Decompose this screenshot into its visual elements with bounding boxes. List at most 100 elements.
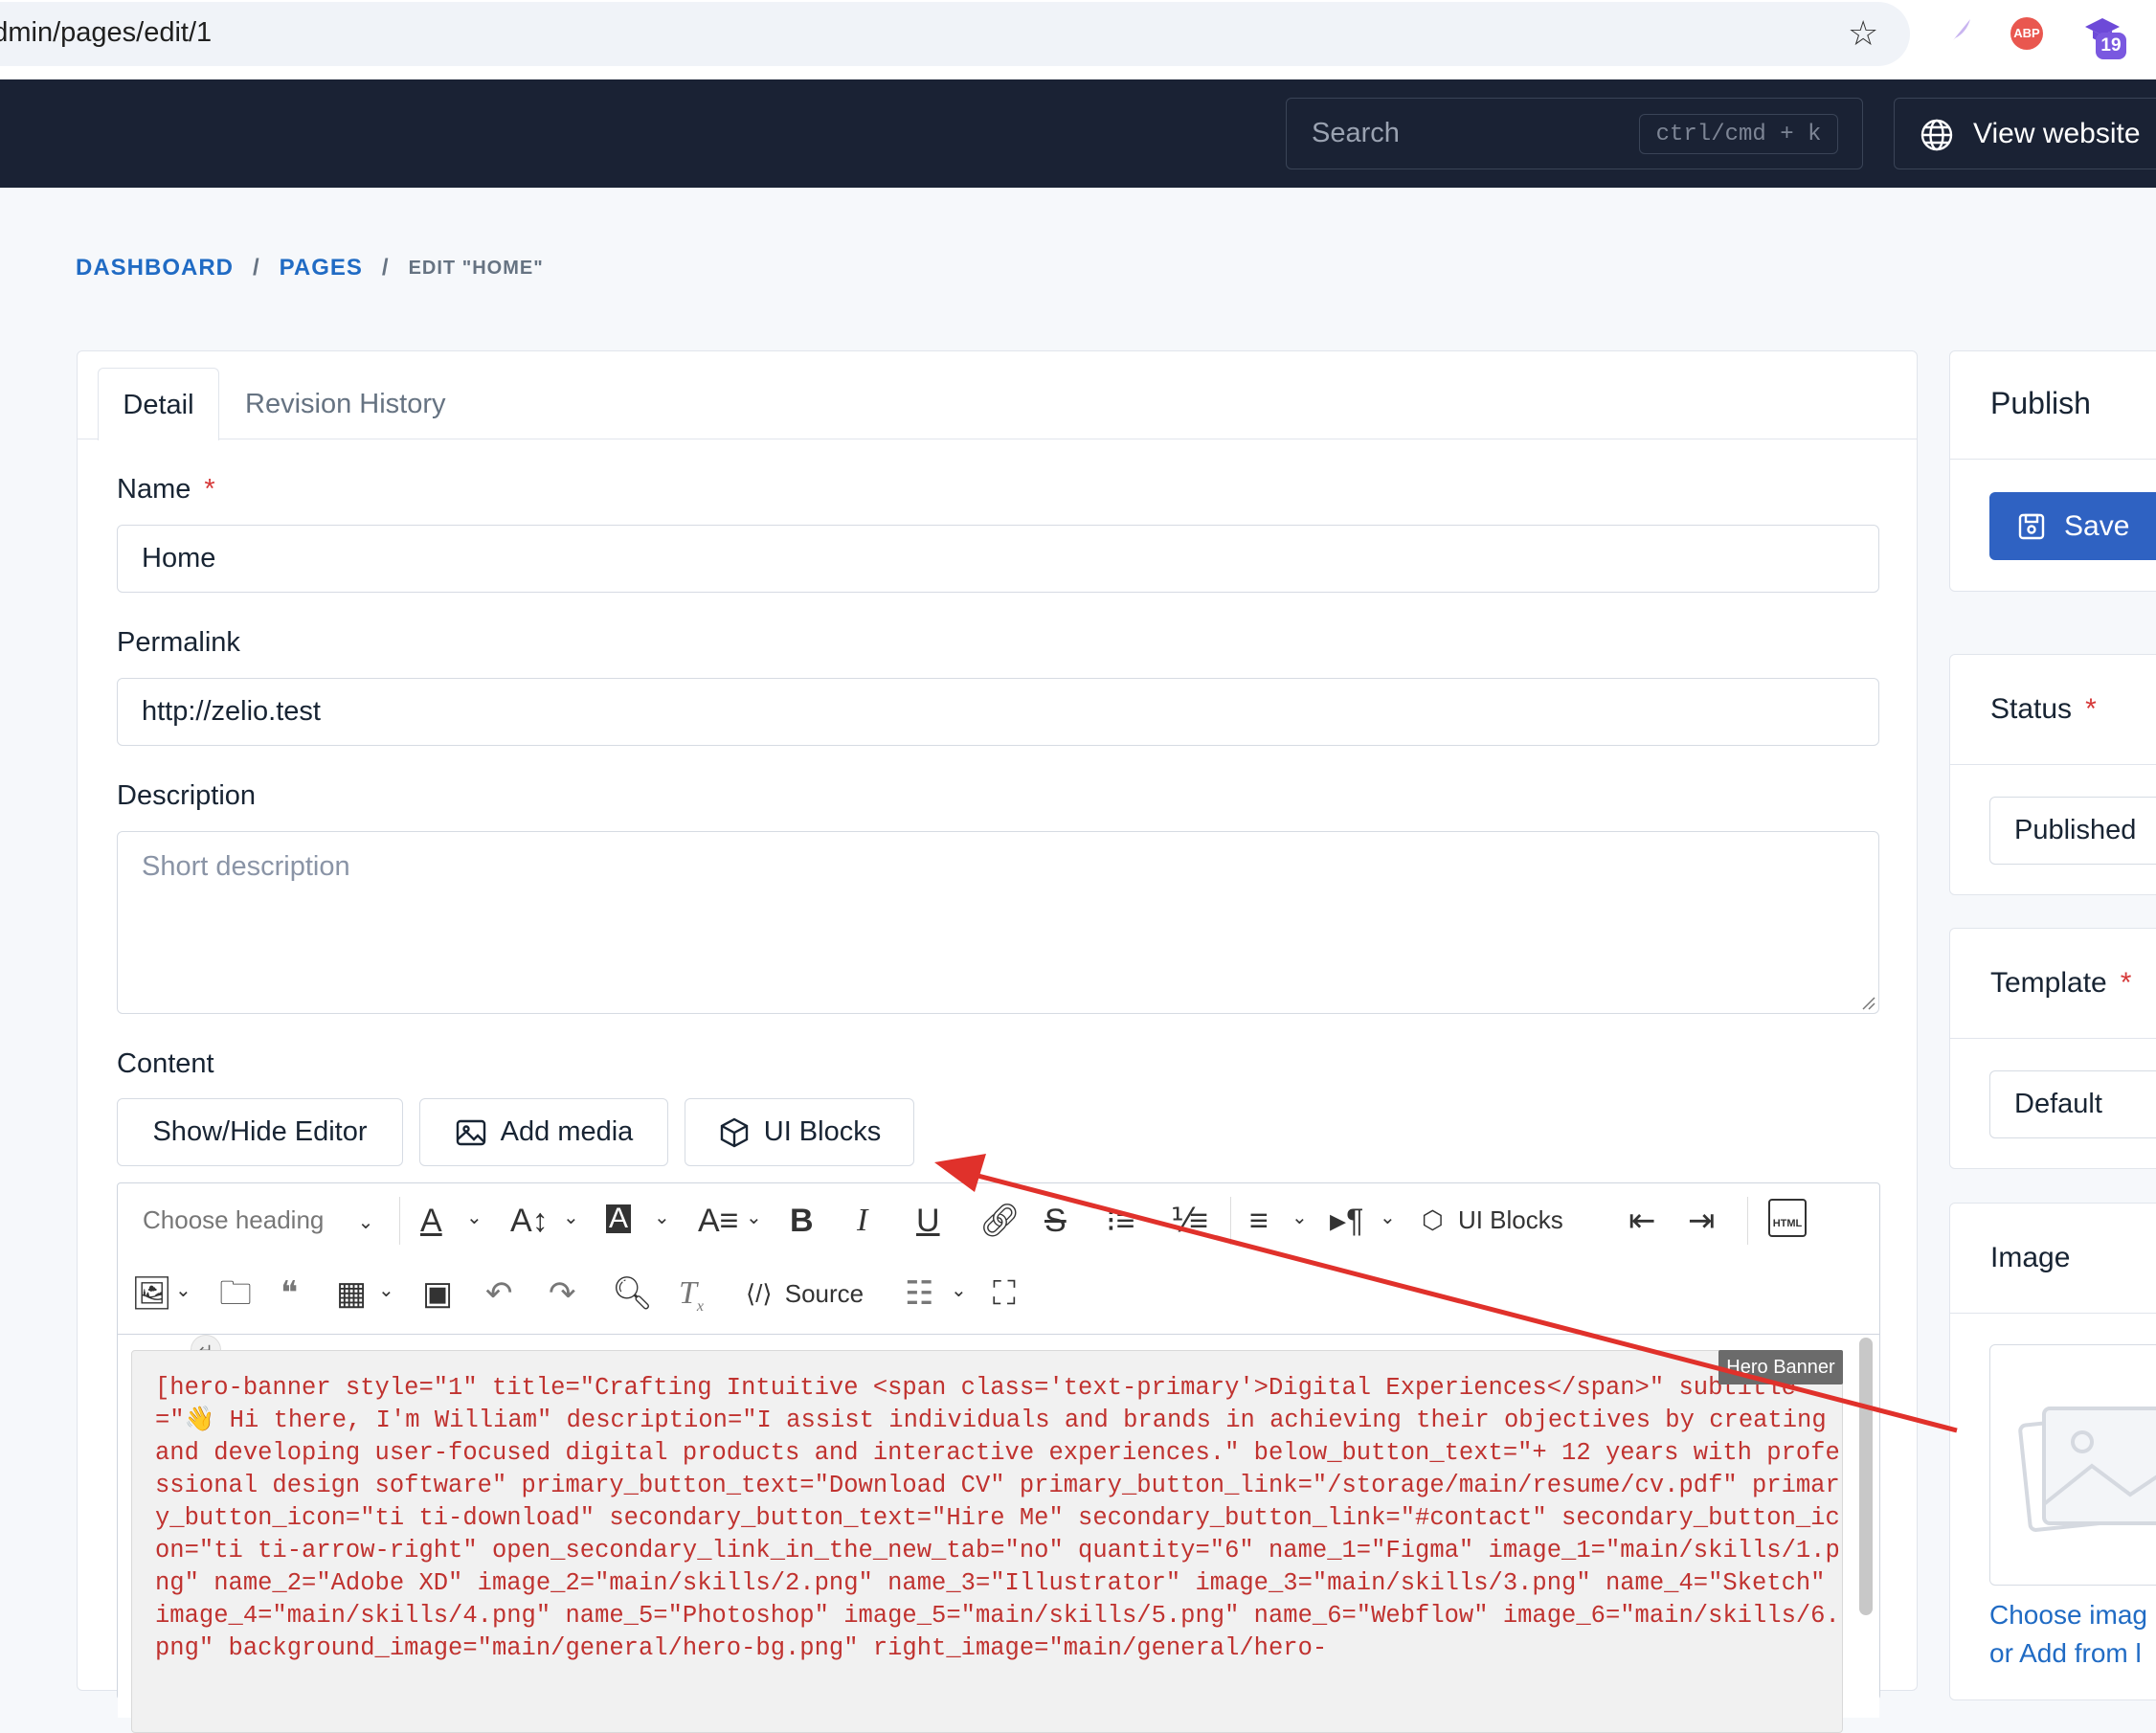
find-replace-icon[interactable]: 🔍︎ — [612, 1277, 653, 1310]
chevron-down-icon[interactable]: ⌄ — [563, 1208, 579, 1227]
url-text[interactable]: t/admin/pages/edit/1 — [0, 17, 212, 49]
breadcrumb: DASHBOARD / PAGES / EDIT "HOME" — [76, 255, 544, 281]
chevron-down-icon[interactable]: ⌄ — [746, 1208, 762, 1227]
editor-body[interactable]: ↵ [hero-banner style="1" title="Crafting… — [118, 1335, 1879, 1733]
choose-image-link[interactable]: Choose imag — [1989, 1600, 2147, 1631]
fullscreen-icon[interactable]: ⛶ — [993, 1277, 1016, 1310]
remove-format-icon[interactable]: Tx — [679, 1277, 704, 1315]
editor-scrollbar[interactable] — [1859, 1338, 1873, 1615]
card-divider — [1950, 459, 2156, 460]
redo-icon[interactable]: ↷ — [549, 1277, 576, 1310]
publish-card: Publish Save — [1949, 350, 2156, 592]
name-input[interactable]: Home — [117, 525, 1879, 593]
table-icon[interactable]: ▦ — [336, 1277, 367, 1310]
link-icon[interactable]: 🔗︎ — [979, 1204, 1021, 1237]
media-folder-icon[interactable]: 🗀 — [219, 1277, 252, 1310]
cube-icon — [718, 1116, 751, 1149]
insert-image-icon[interactable]: 🖼︎ — [131, 1277, 172, 1310]
indent-icon[interactable]: ⇥ — [1688, 1204, 1716, 1237]
extension-badge: 19 — [2096, 33, 2126, 59]
tabs-row: Detail Revision History — [78, 351, 1917, 440]
save-icon — [2016, 511, 2047, 542]
chevron-down-icon[interactable]: ⌄ — [951, 1281, 967, 1300]
add-media-label: Add media — [500, 1116, 634, 1147]
shortcode-tag: Hero Banner — [1718, 1350, 1843, 1384]
description-label: Description — [117, 780, 257, 811]
template-card: Template * Default — [1949, 928, 2156, 1169]
card-divider — [1950, 764, 2156, 765]
heading-select[interactable]: Choose heading ⌄ — [143, 1207, 373, 1232]
ui-blocks-button[interactable]: UI Blocks — [685, 1098, 914, 1166]
image-label: Image — [1990, 1242, 2071, 1273]
status-value: Published — [2014, 815, 2137, 845]
required-mark: * — [204, 474, 215, 505]
search-input[interactable]: Search ctrl/cmd + k — [1286, 98, 1863, 169]
chevron-down-icon[interactable]: ⌄ — [654, 1208, 670, 1227]
save-label: Save — [2064, 509, 2130, 542]
toolbar-ui-blocks-button[interactable]: ⬡ UI Blocks — [1422, 1207, 1563, 1232]
tab-revision-history[interactable]: Revision History — [245, 368, 446, 440]
resize-handle-icon[interactable] — [1860, 995, 1875, 1010]
source-button[interactable]: ⟨/⟩ Source — [746, 1281, 864, 1306]
tab-detail[interactable]: Detail — [98, 368, 219, 440]
name-value: Home — [142, 543, 216, 574]
image-placeholder-icon — [2015, 1389, 2156, 1542]
strikethrough-icon[interactable]: S — [1044, 1204, 1067, 1237]
breadcrumb-pages[interactable]: PAGES — [280, 255, 363, 281]
italic-icon[interactable]: I — [857, 1204, 867, 1237]
chevron-down-icon[interactable]: ⌄ — [1291, 1208, 1308, 1227]
align-icon[interactable]: ≡ — [1249, 1204, 1269, 1237]
shortcode-text: [hero-banner style="1" title="Crafting I… — [155, 1374, 1841, 1662]
show-blocks-icon[interactable]: ☷ — [905, 1277, 933, 1310]
bookmark-star-icon[interactable]: ☆ — [1848, 13, 1878, 54]
add-media-button[interactable]: Add media — [419, 1098, 668, 1166]
show-hide-editor-button[interactable]: Show/Hide Editor — [117, 1098, 403, 1166]
chevron-down-icon[interactable]: ⌄ — [1380, 1208, 1396, 1227]
description-placeholder: Short description — [142, 851, 350, 882]
chevron-down-icon[interactable]: ⌄ — [378, 1281, 394, 1300]
abp-extension-icon[interactable]: ABP — [2010, 17, 2043, 50]
chevron-down-icon[interactable]: ⌄ — [175, 1281, 191, 1300]
search-placeholder: Search — [1312, 118, 1400, 148]
content-label: Content — [117, 1048, 214, 1079]
bulleted-list-icon[interactable]: ⁝≡ — [1106, 1204, 1135, 1237]
font-color-icon[interactable]: A — [420, 1204, 442, 1237]
breadcrumb-current: EDIT "HOME" — [408, 257, 544, 279]
ui-blocks-label: UI Blocks — [763, 1116, 882, 1147]
view-website-button[interactable]: View website — [1894, 98, 2156, 169]
add-from-url-link[interactable]: or Add from l — [1989, 1638, 2142, 1669]
blockquote-icon[interactable]: ❝ — [281, 1277, 298, 1310]
globe-icon — [1920, 118, 1954, 152]
outdent-icon[interactable]: ⇤ — [1628, 1204, 1656, 1237]
breadcrumb-dashboard[interactable]: DASHBOARD — [76, 255, 234, 281]
shortcode-block[interactable]: [hero-banner style="1" title="Crafting I… — [131, 1350, 1843, 1733]
numbered-list-icon[interactable]: ⅟≡ — [1171, 1204, 1208, 1237]
underline-icon[interactable]: U — [916, 1204, 940, 1237]
description-textarea[interactable]: Short description — [117, 831, 1879, 1014]
font-background-color-icon[interactable]: A — [606, 1204, 632, 1233]
font-size-icon[interactable]: A↕ — [510, 1204, 549, 1237]
address-bar[interactable]: t/admin/pages/edit/1 — [0, 2, 1910, 66]
chevron-down-icon: ⌄ — [357, 1212, 374, 1233]
toolbar-divider — [399, 1197, 400, 1245]
status-select[interactable]: Published — [1989, 797, 2156, 865]
search-shortcut-hint: ctrl/cmd + k — [1639, 114, 1838, 154]
paragraph-direction-icon[interactable]: ▸¶ — [1330, 1204, 1363, 1237]
font-family-icon[interactable]: A≡ — [698, 1204, 739, 1237]
undo-icon[interactable]: ↶ — [485, 1277, 513, 1310]
template-select[interactable]: Default — [1989, 1070, 2156, 1138]
html-embed-icon[interactable]: HTML — [1768, 1199, 1807, 1237]
chevron-down-icon[interactable]: ⌄ — [466, 1208, 483, 1227]
template-label: Template * — [1990, 967, 2132, 999]
toolbar-divider — [1747, 1197, 1748, 1245]
name-label: Name * — [117, 474, 215, 505]
editor-toolbar: Choose heading ⌄ A ⌄ A↕ ⌄ A ⌄ A≡ ⌄ B I U… — [118, 1183, 1879, 1335]
save-button[interactable]: Save — [1989, 492, 2156, 560]
bold-icon[interactable]: B — [790, 1204, 814, 1237]
permalink-input[interactable]: http://zelio.test — [117, 678, 1879, 746]
quill-extension-icon[interactable] — [1947, 15, 1976, 44]
status-card: Status * Published — [1949, 654, 2156, 895]
breadcrumb-separator: / — [253, 255, 260, 281]
media-embed-icon[interactable]: ▣ — [422, 1277, 453, 1310]
image-placeholder[interactable] — [1989, 1344, 2156, 1586]
